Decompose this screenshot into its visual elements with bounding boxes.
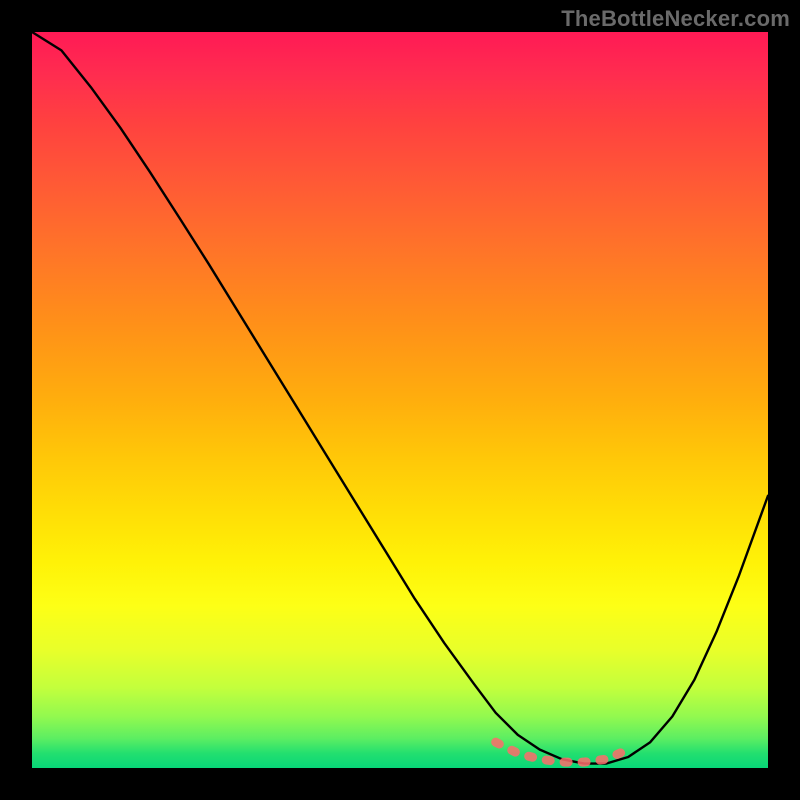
optimal-zone-marker <box>496 742 629 762</box>
bottleneck-curve <box>32 32 768 764</box>
watermark-text: TheBottleNecker.com <box>561 6 790 32</box>
plot-area <box>32 32 768 768</box>
chart-container: TheBottleNecker.com <box>0 0 800 800</box>
curve-overlay <box>32 32 768 768</box>
